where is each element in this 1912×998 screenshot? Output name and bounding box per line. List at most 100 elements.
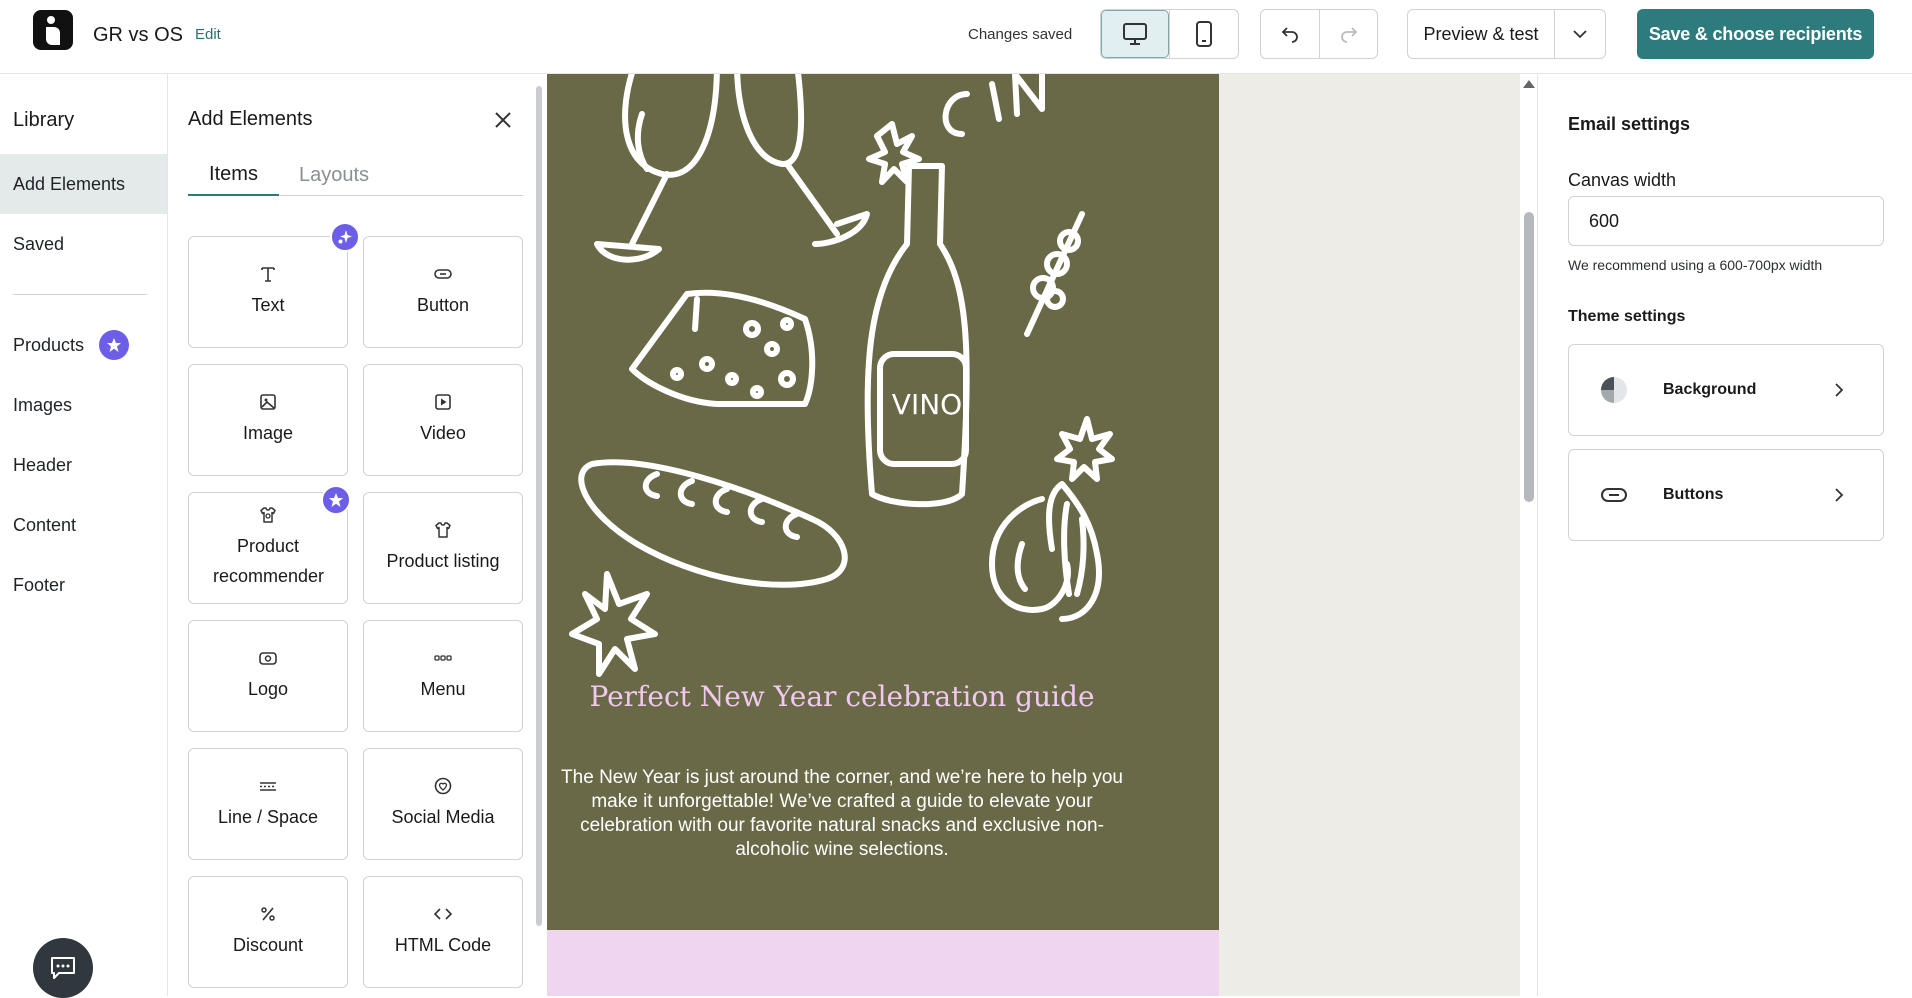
preview-test-button[interactable]: Preview & test — [1408, 10, 1555, 58]
sidebar-item-label: Add Elements — [13, 173, 126, 194]
mobile-view-button[interactable] — [1169, 10, 1237, 58]
theme-background-row[interactable]: Background — [1568, 344, 1884, 436]
star-icon — [321, 485, 351, 515]
save-status: Changes saved — [968, 26, 1073, 43]
settings-title: Email settings — [1568, 114, 1691, 134]
tile-label: HTML Code — [394, 935, 492, 955]
theme-row-label: Background — [1663, 381, 1757, 398]
star-icon — [99, 330, 130, 360]
desktop-view-button[interactable] — [1101, 10, 1169, 58]
scrollbar-thumb[interactable] — [1524, 212, 1534, 502]
redo-button[interactable] — [1319, 10, 1377, 58]
element-tile-button[interactable]: Button — [363, 236, 523, 348]
element-tile-text[interactable]: Text — [188, 236, 348, 348]
discount-icon — [261, 907, 275, 921]
chat-icon — [51, 957, 75, 979]
email-settings-panel: Email settings Canvas width We recommend… — [1538, 74, 1912, 996]
library-sidebar: Library Add Elements Saved Products Imag… — [0, 74, 168, 996]
element-tile-video[interactable]: Video — [363, 364, 523, 476]
video-icon — [435, 394, 451, 410]
tile-label: Button — [416, 295, 470, 315]
preview-test-split-button: Preview & test — [1407, 9, 1606, 59]
device-toggle — [1100, 9, 1239, 59]
element-tile-line-space[interactable]: Line / Space — [188, 748, 348, 860]
tile-label: Video — [420, 423, 466, 443]
canvas-width-label: Canvas width — [1568, 170, 1677, 190]
code-icon — [433, 908, 453, 920]
sidebar-item-label: Products — [13, 334, 85, 355]
mobile-icon — [1195, 21, 1212, 47]
tile-label: Line / Space — [217, 807, 319, 827]
chevron-right-icon — [1835, 383, 1844, 397]
background-icon — [1601, 377, 1627, 403]
app-logo[interactable] — [33, 10, 73, 50]
redo-icon — [1340, 27, 1357, 43]
sidebar-item-saved[interactable]: Saved — [0, 214, 167, 274]
undo-icon — [1281, 27, 1298, 43]
tile-label: Product listing — [386, 551, 500, 571]
scroll-up-arrow-icon[interactable] — [1523, 80, 1535, 88]
panel-tabs: Items Layouts — [188, 154, 523, 196]
top-bar: GR vs OS Edit Changes saved Preview & te… — [0, 0, 1912, 74]
element-tile-menu[interactable]: Menu — [363, 620, 523, 732]
element-tile-social-media[interactable]: Social Media — [363, 748, 523, 860]
canvas-width-hint: We recommend using a 600-700px width — [1568, 257, 1823, 273]
chat-support-button[interactable] — [33, 938, 93, 998]
theme-row-label: Buttons — [1663, 486, 1724, 503]
tile-label: Social Media — [391, 807, 495, 827]
sidebar-item-products[interactable]: Products — [0, 315, 167, 375]
email-headline[interactable]: Perfect New Year celebration guide — [547, 680, 1137, 713]
undo-button[interactable] — [1261, 10, 1319, 58]
tab-items[interactable]: Items — [188, 154, 279, 196]
canvas-scrollbar[interactable] — [1520, 74, 1538, 996]
element-tile-discount[interactable]: Discount — [188, 876, 348, 988]
sidebar-item-label: Footer — [13, 574, 66, 595]
hero-image[interactable]: VINO Perfect New Year celebration guide … — [547, 74, 1219, 930]
tile-label: Product recommender — [213, 536, 325, 586]
email-footer-band[interactable] — [547, 930, 1219, 996]
logo-icon — [259, 652, 277, 665]
sidebar-item-label: Saved — [13, 233, 65, 254]
close-icon — [495, 112, 511, 128]
canvas-width-input[interactable] — [1568, 196, 1884, 246]
email-body-text[interactable]: The New Year is just around the corner, … — [547, 766, 1137, 862]
sidebar-item-label: Images — [13, 394, 73, 415]
menu-icon — [434, 655, 452, 661]
close-panel-button[interactable] — [489, 106, 517, 134]
sidebar-item-footer[interactable]: Footer — [0, 555, 167, 615]
theme-buttons-row[interactable]: Buttons — [1568, 449, 1884, 541]
svg-text:VINO: VINO — [892, 388, 962, 421]
tab-layouts[interactable]: Layouts — [279, 154, 389, 196]
save-choose-recipients-button[interactable]: Save & choose recipients — [1637, 9, 1874, 59]
element-tile-html-code[interactable]: HTML Code — [363, 876, 523, 988]
email-preview[interactable]: VINO Perfect New Year celebration guide … — [547, 74, 1219, 996]
ai-sparkle-icon — [330, 222, 360, 252]
product-listing-icon — [435, 522, 451, 538]
sidebar-item-add-elements[interactable]: Add Elements — [0, 154, 167, 214]
text-icon — [261, 267, 275, 282]
edit-title-link[interactable]: Edit — [195, 26, 221, 43]
element-tile-image[interactable]: Image — [188, 364, 348, 476]
add-elements-panel: Add Elements Items Layouts Text Button I… — [168, 74, 547, 996]
chevron-down-icon — [1573, 30, 1587, 39]
tile-label: Logo — [247, 679, 289, 699]
sidebar-item-label: Content — [13, 514, 77, 535]
tile-label: Menu — [420, 679, 466, 699]
element-tile-logo[interactable]: Logo — [188, 620, 348, 732]
element-tile-product-listing[interactable]: Product listing — [363, 492, 523, 604]
sidebar-item-header[interactable]: Header — [0, 435, 167, 495]
panel-scrollbar[interactable] — [535, 76, 543, 996]
tile-label: Image — [242, 423, 294, 443]
product-recommender-icon — [260, 507, 276, 523]
button-icon — [434, 269, 452, 279]
sidebar-item-content[interactable]: Content — [0, 495, 167, 555]
preview-options-button[interactable] — [1555, 10, 1605, 58]
sidebar-divider — [13, 294, 147, 295]
line-space-icon — [260, 782, 276, 791]
history-controls — [1260, 9, 1378, 59]
email-canvas: VINO Perfect New Year celebration guide … — [547, 74, 1520, 996]
panel-title: Add Elements — [188, 108, 313, 130]
sidebar-item-label: Header — [13, 454, 73, 475]
sidebar-item-images[interactable]: Images — [0, 375, 167, 435]
image-icon — [260, 394, 276, 410]
